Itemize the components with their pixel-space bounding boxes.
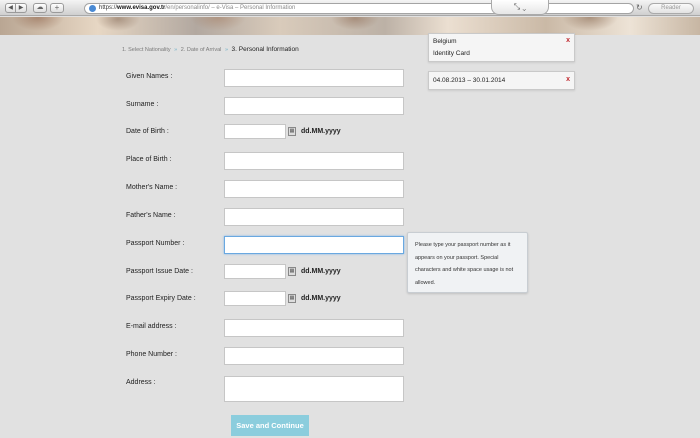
place-of-birth-input[interactable] xyxy=(224,152,404,170)
url-host: www.evisa.gov.tr xyxy=(117,5,166,11)
phone-input[interactable] xyxy=(224,347,404,365)
passport-number-input[interactable] xyxy=(224,236,404,254)
header-banner xyxy=(0,17,700,35)
url-protocol: https:// xyxy=(99,5,118,11)
tab-overview-toggle[interactable]: ⤡ ⌄ xyxy=(491,0,549,15)
dob-input[interactable] xyxy=(224,124,286,139)
passport-number-label: Passport Number : xyxy=(126,240,185,247)
given-names-input[interactable] xyxy=(224,69,404,87)
cloud-icon[interactable]: ☁ xyxy=(33,3,47,13)
address-textarea[interactable] xyxy=(224,376,404,402)
passport-issue-label: Passport Issue Date : xyxy=(126,268,193,275)
url-path: /en/personalinfo/ xyxy=(165,5,210,11)
passport-issue-format-hint: dd.MM.yyyy xyxy=(301,268,341,275)
passport-issue-input[interactable] xyxy=(224,264,286,279)
surname-label: Surname : xyxy=(126,101,159,108)
globe-icon xyxy=(89,5,96,12)
step-separator: » xyxy=(224,47,228,53)
calendar-icon[interactable]: ▦ xyxy=(288,294,296,303)
place-of-birth-label: Place of Birth : xyxy=(126,156,172,163)
plus-icon[interactable]: + xyxy=(50,3,64,13)
back-icon[interactable]: ◀ xyxy=(5,3,16,13)
mother-name-label: Mother's Name : xyxy=(126,184,178,191)
nav-buttons: ◀ ▶ xyxy=(5,3,27,13)
email-label: E-mail address : xyxy=(126,323,177,330)
save-and-continue-button[interactable]: Save and Continue xyxy=(231,415,309,436)
given-names-label: Given Names : xyxy=(126,73,173,80)
email-input[interactable] xyxy=(224,319,404,337)
dob-label: Date of Birth : xyxy=(126,128,169,135)
calendar-icon[interactable]: ▦ xyxy=(288,267,296,276)
step-separator: » xyxy=(174,47,178,53)
passport-number-tooltip: Please type your passport number as it a… xyxy=(407,232,528,293)
remove-nationality-icon[interactable]: x xyxy=(566,37,570,44)
mother-name-input[interactable] xyxy=(224,180,404,198)
passport-expiry-format-hint: dd.MM.yyyy xyxy=(301,295,341,302)
step-date-of-arrival[interactable]: 2. Date of Arrival xyxy=(181,47,222,53)
passport-expiry-label: Passport Expiry Date : xyxy=(126,295,196,302)
dob-format-hint: dd.MM.yyyy xyxy=(301,128,341,135)
calendar-icon[interactable]: ▦ xyxy=(288,127,296,136)
forward-icon[interactable]: ▶ xyxy=(16,3,27,13)
passport-expiry-input[interactable] xyxy=(224,291,286,306)
step-personal-information: 3. Personal Information xyxy=(231,46,299,53)
nationality-document: Identity Card xyxy=(433,50,470,57)
refresh-icon[interactable]: ↻ xyxy=(636,4,643,12)
father-name-input[interactable] xyxy=(224,208,404,226)
nationality-country: Belgium xyxy=(433,38,457,45)
step-select-nationality[interactable]: 1. Select Nationality xyxy=(122,47,171,53)
reader-button[interactable]: Reader xyxy=(648,3,694,14)
surname-input[interactable] xyxy=(224,97,404,115)
remove-date-range-icon[interactable]: x xyxy=(566,76,570,83)
phone-label: Phone Number : xyxy=(126,351,177,358)
date-range-text: 04.08.2013 – 30.01.2014 xyxy=(433,77,506,84)
page-title: – e-Visa – Personal Information xyxy=(209,5,296,11)
browser-toolbar: ◀ ▶ ☁ + https://www.evisa.gov.tr/en/pers… xyxy=(0,0,700,16)
date-range-card: 04.08.2013 – 30.01.2014 x xyxy=(428,71,575,90)
address-bar[interactable]: https://www.evisa.gov.tr/en/personalinfo… xyxy=(84,3,634,14)
address-label: Address : xyxy=(126,379,156,386)
breadcrumb: 1. Select Nationality » 2. Date of Arriv… xyxy=(122,46,299,53)
father-name-label: Father's Name : xyxy=(126,212,176,219)
nationality-card: Belgium Identity Card x xyxy=(428,33,575,62)
